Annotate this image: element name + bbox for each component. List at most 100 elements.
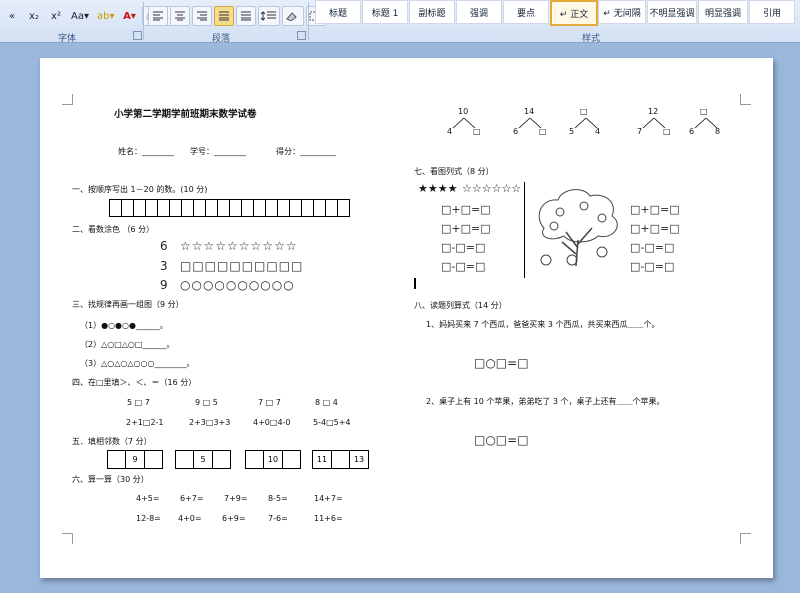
pattern-1: （1）●○●○●______。 <box>80 321 168 330</box>
calc-item: 7+9= <box>224 494 248 503</box>
ribbon: « x₂ x² Aa▾ ab▾ A▾ Ⓐ A 字体 段落 标题 标题 1 <box>0 0 800 44</box>
calc-item: 6+7= <box>180 494 204 503</box>
neighbor-value: 13 <box>349 450 369 469</box>
tree-top: □ <box>700 107 708 116</box>
section-7-heading: 七、看图列式（8 分） <box>414 167 494 176</box>
group-divider <box>308 2 309 40</box>
answer-equation-2: □○□=□ <box>474 433 529 447</box>
neighbor-group-1: 9 <box>107 450 163 469</box>
compare-item: 5 □ 7 <box>127 398 150 407</box>
style-heading[interactable]: 标题 <box>315 0 361 24</box>
circle-row: ○○○○○○○○○○ <box>180 278 295 292</box>
section-2-heading: 二、看数涂色 （6 分） <box>72 225 155 234</box>
align-center-icon[interactable] <box>170 6 190 26</box>
section-8-heading: 八、读题列算式（14 分） <box>414 301 507 310</box>
style-emphasis[interactable]: 强调 <box>456 0 502 24</box>
filled-stars: ★★★★ <box>418 182 458 195</box>
crop-mark <box>62 533 73 544</box>
student-id-field[interactable]: 学号：________ <box>190 146 246 157</box>
color-count-3: 3 <box>160 259 168 273</box>
paragraph-toolbar <box>148 6 328 26</box>
line-spacing-icon[interactable] <box>258 6 280 26</box>
style-subtle-emphasis[interactable]: 不明显强调 <box>647 0 697 24</box>
section-5-heading: 五．填相邻数（7 分） <box>72 437 152 446</box>
tree-left: 6 <box>689 127 695 136</box>
align-right-icon[interactable] <box>192 6 212 26</box>
compare-item: 2+1□2-1 <box>126 418 164 427</box>
exam-title: 小学第二学期学前班期末数学试卷 <box>114 109 257 120</box>
equation-blank: □+□=□ <box>630 222 680 235</box>
calc-item: 6+9= <box>222 514 246 523</box>
equation-blank: □+□=□ <box>441 222 491 235</box>
neighbor-group-3: 10 <box>245 450 301 469</box>
crop-mark <box>740 533 751 544</box>
font-color-button[interactable]: A▾ <box>120 6 140 26</box>
compare-item: 8 □ 4 <box>315 398 338 407</box>
paragraph-dialog-launcher-icon[interactable] <box>297 31 306 40</box>
calc-item: 4+0= <box>178 514 202 523</box>
tree-right: □ <box>473 127 481 136</box>
square-row: □□□□□□□□□□ <box>180 259 304 273</box>
word-problem-1: 1、妈妈买来 7 个西瓜，爸爸买来 3 个西瓜，共买来西瓜＿＿个。 <box>426 320 660 329</box>
tree-top: 12 <box>648 107 659 116</box>
color-count-6: 6 <box>160 239 168 253</box>
subscript-button[interactable]: x₂ <box>24 6 44 26</box>
neighbor-group-4: 11 13 <box>312 450 369 469</box>
neighbor-value: 9 <box>125 450 145 469</box>
equation-blank: □-□=□ <box>441 241 486 254</box>
number-sequence-boxes <box>109 199 350 217</box>
text-cursor <box>414 278 416 289</box>
style-strong[interactable]: 要点 <box>503 0 549 24</box>
tree-left: 5 <box>569 127 575 136</box>
highlight-color-button[interactable]: ab▾ <box>94 6 118 26</box>
tree-right: □ <box>539 127 547 136</box>
document-page[interactable]: 小学第二学期学前班期末数学试卷 姓名：________ 学号：________ … <box>40 58 773 578</box>
group-divider <box>143 2 144 40</box>
calc-item: 14+7= <box>314 494 343 503</box>
tree-right: □ <box>663 127 671 136</box>
distribute-icon[interactable] <box>236 6 256 26</box>
style-intense-emphasis[interactable]: 明显强调 <box>698 0 748 24</box>
shading-icon[interactable] <box>282 6 304 26</box>
styles-group-label: 样式 <box>582 34 601 44</box>
equation-blank: □-□=□ <box>630 241 675 254</box>
change-case-button[interactable]: Aa▾ <box>68 6 92 26</box>
name-field[interactable]: 姓名：________ <box>118 146 174 157</box>
compare-item: 2+3□3+3 <box>189 418 231 427</box>
style-subtitle[interactable]: 副标题 <box>409 0 455 24</box>
sequence-box <box>337 199 350 217</box>
crop-mark <box>740 94 751 105</box>
neighbor-group-2: 5 <box>175 450 231 469</box>
style-normal[interactable]: ↵ 正文 <box>550 0 598 26</box>
style-no-spacing[interactable]: ↵ 无间隔 <box>598 0 646 24</box>
section-6-heading: 六、算一算（30 分） <box>72 475 149 484</box>
shrink-font-button[interactable]: « <box>2 6 22 26</box>
compare-item: 5-4□5+4 <box>313 418 351 427</box>
calc-item: 7-6= <box>268 514 288 523</box>
empty-stars: ☆☆☆☆☆☆ <box>462 182 522 195</box>
calc-item: 11+6= <box>314 514 343 523</box>
pattern-3: （3）△○△○△○○○________。 <box>80 359 195 368</box>
tree-left: 6 <box>513 127 519 136</box>
paragraph-group-label: 段落 <box>212 34 231 44</box>
compare-item: 4+0□4-0 <box>253 418 291 427</box>
compare-item: 7 □ 7 <box>258 398 281 407</box>
star-row: ☆☆☆☆☆☆☆☆☆☆ <box>180 239 298 253</box>
tree-top: □ <box>580 107 588 116</box>
calc-item: 12-8= <box>136 514 161 523</box>
tree-left: 4 <box>447 127 453 136</box>
tree-left: 7 <box>637 127 643 136</box>
score-field[interactable]: 得分：_________ <box>276 146 336 157</box>
neighbor-value: 11 <box>312 450 332 469</box>
style-heading-1[interactable]: 标题 1 <box>362 0 408 24</box>
crop-mark <box>62 94 73 105</box>
style-quote[interactable]: 引用 <box>749 0 795 24</box>
section-3-heading: 三、找规律再画一组图（9 分） <box>72 300 184 309</box>
equation-blank: □-□=□ <box>441 260 486 273</box>
superscript-button[interactable]: x² <box>46 6 66 26</box>
justify-icon[interactable] <box>214 6 234 26</box>
align-left-icon[interactable] <box>148 6 168 26</box>
answer-equation-1: □○□=□ <box>474 356 529 370</box>
font-dialog-launcher-icon[interactable] <box>133 31 142 40</box>
font-group-label: 字体 <box>58 34 77 44</box>
